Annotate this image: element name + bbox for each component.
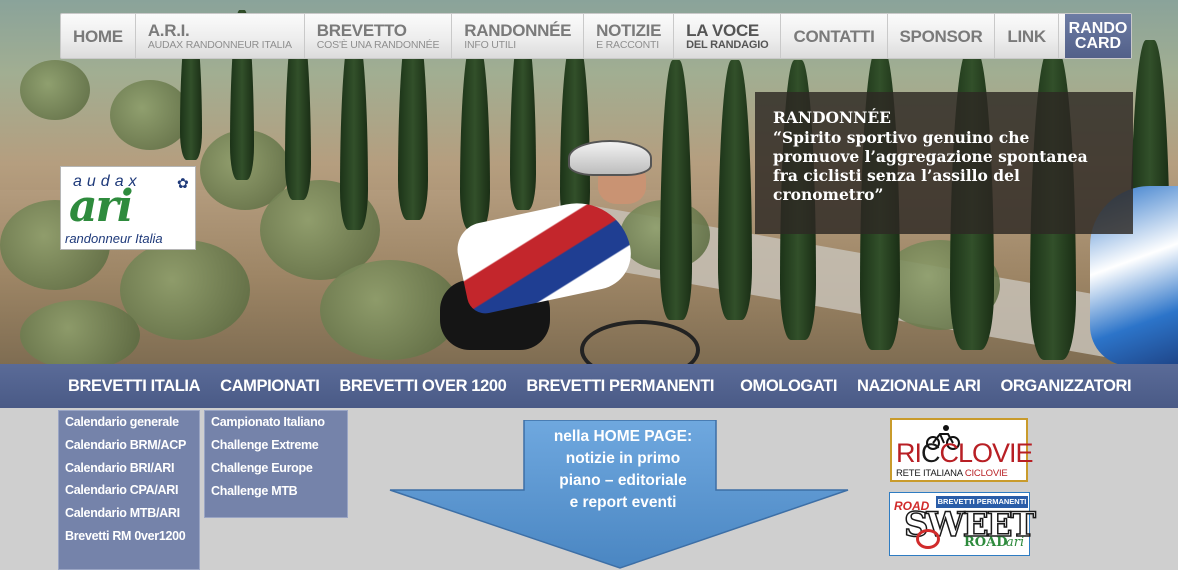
section-nazionale-ari[interactable]: NAZIONALE ARI — [847, 377, 990, 396]
nav-randonnee-sublabel: INFO UTILI — [464, 38, 516, 51]
dropdown-item-calendario-mtb-ari[interactable]: Calendario MTB/ARI — [59, 502, 199, 525]
ricclovie-name-b: C — [921, 438, 940, 468]
dropdown-item-calendario-generale[interactable]: Calendario generale — [59, 411, 199, 434]
bicycle-wheel — [580, 320, 700, 364]
cyclist-helmet — [568, 140, 652, 176]
campionati-dropdown: Campionato Italiano Challenge Extreme Ch… — [204, 410, 348, 518]
dropdown-item-calendario-cpa-ari[interactable]: Calendario CPA/ARI — [59, 479, 199, 502]
brevetti-italia-dropdown: Calendario generale Calendario BRM/ACP C… — [58, 410, 200, 570]
quote-title: RANDONNÉE — [773, 108, 891, 127]
section-brevetti-over-1200[interactable]: BREVETTI OVER 1200 — [329, 377, 516, 396]
dropdown-item-challenge-europe[interactable]: Challenge Europe — [205, 457, 347, 480]
olive-tree — [20, 60, 90, 120]
ricclovie-sub-b: CICLOVIE — [964, 468, 1008, 479]
nav-notizie-label: NOTIZIE — [596, 20, 662, 40]
logo-randonneur-text: randonneur Italia — [65, 231, 163, 246]
nav-ari[interactable]: A.R.I. AUDAX RANDONNEUR ITALIA — [136, 14, 305, 58]
nav-sponsor[interactable]: SPONSOR — [888, 14, 996, 58]
nav-contatti-label: CONTATTI — [793, 26, 875, 46]
nav-brevetto-label: BREVETTO — [316, 20, 407, 40]
nav-ari-label: A.R.I. — [147, 20, 190, 40]
rando-card-line1: RANDO — [1068, 20, 1128, 37]
section-omologati[interactable]: OMOLOGATI — [730, 377, 847, 396]
nav-sponsor-label: SPONSOR — [899, 26, 983, 46]
road-sweet-road-sponsor-logo[interactable]: ROAD BREVETTI PERMANENTI SWEET ROAD ari — [889, 492, 1037, 556]
nav-link-label: LINK — [1007, 26, 1046, 46]
ricclovie-name-a: RI — [896, 438, 922, 468]
olive-tree — [110, 80, 190, 150]
section-brevetti-permanenti[interactable]: BREVETTI PERMANENTI — [516, 377, 730, 396]
olive-tree — [120, 240, 250, 340]
section-campionati[interactable]: CAMPIONATI — [210, 377, 329, 396]
callout-text: nella HOME PAGE: notizie in primo piano … — [528, 426, 718, 514]
callout-line-4: e report eventi — [569, 494, 677, 511]
nav-home-label: HOME — [73, 26, 123, 46]
cyclist-photo — [430, 140, 730, 364]
nav-rando-card[interactable]: RANDO CARD — [1065, 14, 1131, 58]
nav-notizie-sublabel: E RACCONTI — [596, 38, 659, 51]
top-navigation: HOME A.R.I. AUDAX RANDONNEUR ITALIA BREV… — [60, 13, 1132, 59]
hero-quote-box: RANDONNÉE “Spirito sportivo genuino che … — [755, 92, 1133, 234]
section-brevetti-italia[interactable]: BREVETTI ITALIA — [58, 377, 210, 396]
section-navigation: BREVETTI ITALIA CAMPIONATI BREVETTI OVER… — [0, 364, 1178, 408]
logo-flower-icon: ✿ — [177, 175, 189, 191]
nav-brevetto[interactable]: BREVETTO COS'È UNA RANDONNÉE — [305, 14, 453, 58]
nav-home[interactable]: HOME — [61, 14, 136, 58]
rando-card-line2: CARD — [1074, 35, 1122, 52]
audax-ari-logo[interactable]: audax ✿ ari randonneur Italia — [60, 166, 196, 250]
dropdown-item-calendario-bri-ari[interactable]: Calendario BRI/ARI — [59, 457, 199, 480]
road-bottom-text: ROAD — [964, 535, 1008, 550]
ricclovie-sponsor-logo[interactable]: RICCLOVIE RETE ITALIANA CICLOVIE — [890, 418, 1034, 482]
olive-tree — [20, 300, 140, 364]
quote-text: “Spirito sportivo genuino che promuove l… — [773, 128, 1088, 204]
nav-la-voce-sublabel: DEL RANDAGIO — [686, 38, 769, 51]
nav-link[interactable]: LINK — [995, 14, 1059, 58]
ricclovie-subtitle: RETE ITALIANA CICLOVIE — [896, 468, 1008, 479]
cypress-tree — [340, 30, 368, 230]
cyclist-jersey — [452, 193, 638, 317]
dropdown-item-campionato-italiano[interactable]: Campionato Italiano — [205, 411, 347, 434]
dropdown-item-challenge-mtb[interactable]: Challenge MTB — [205, 480, 347, 503]
nav-notizie[interactable]: NOTIZIE E RACCONTI — [584, 14, 675, 58]
homepage-callout-arrow: nella HOME PAGE: notizie in primo piano … — [388, 420, 850, 570]
logo-ari-text: ari — [69, 181, 133, 232]
nav-la-voce[interactable]: LA VOCE DEL RANDAGIO — [674, 14, 782, 58]
ricclovie-name-c: CLOVIE — [939, 438, 1034, 468]
nav-brevetto-sublabel: COS'È UNA RANDONNÉE — [316, 38, 440, 51]
callout-line-3: piano – editoriale — [559, 472, 687, 489]
dropdown-item-brevetti-rm-over1200[interactable]: Brevetti RM 0ver1200 — [59, 525, 199, 548]
dropdown-item-challenge-extreme[interactable]: Challenge Extreme — [205, 434, 347, 457]
callout-line-2: notizie in primo — [565, 450, 681, 467]
ricclovie-name: RICCLOVIE — [896, 438, 1034, 469]
ricclovie-sub-a: RETE ITALIANA — [896, 468, 965, 479]
nav-randonnee-label: RANDONNÉE — [464, 20, 572, 40]
nav-ari-sublabel: AUDAX RANDONNEUR ITALIA — [147, 38, 292, 51]
nav-randonnee[interactable]: RANDONNÉE INFO UTILI — [452, 14, 585, 58]
dropdown-item-calendario-brm-acp[interactable]: Calendario BRM/ACP — [59, 434, 199, 457]
callout-line-1: nella HOME PAGE: — [553, 428, 693, 445]
ari-text: ari — [1006, 535, 1025, 550]
nav-la-voce-label: LA VOCE — [686, 20, 759, 40]
section-organizzatori[interactable]: ORGANIZZATORI — [990, 377, 1141, 396]
sweet-ring-icon — [916, 529, 940, 549]
nav-contatti[interactable]: CONTATTI — [781, 14, 888, 58]
